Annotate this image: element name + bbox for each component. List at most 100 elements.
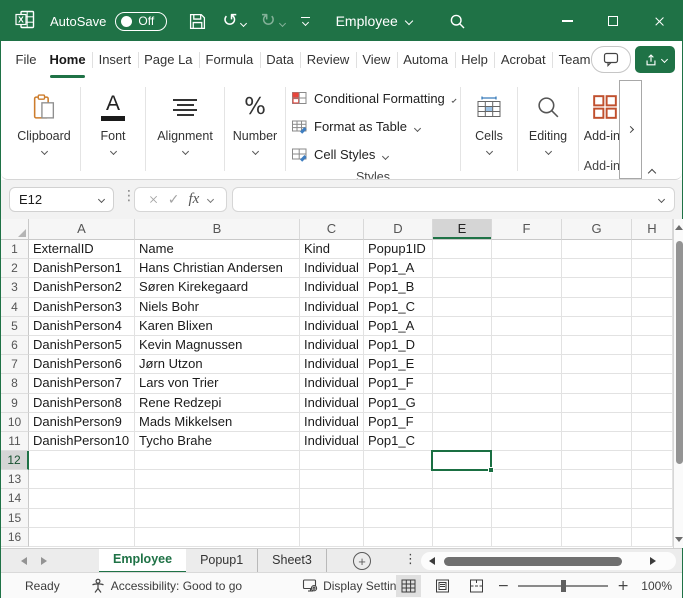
cell-h7[interactable] xyxy=(632,355,673,374)
row-header-10[interactable]: 10 xyxy=(1,413,29,432)
cell-d1[interactable]: Popup1ID xyxy=(364,240,433,259)
cell-d2[interactable]: Pop1_A xyxy=(364,259,433,278)
accessibility-status[interactable]: Accessibility: Good to go xyxy=(90,578,242,594)
cell-e15[interactable] xyxy=(433,509,492,528)
undo-dropdown-chevron-icon[interactable] xyxy=(241,14,246,29)
ribbon-tab-file[interactable]: File xyxy=(9,41,43,79)
chevron-down-icon[interactable] xyxy=(251,148,258,155)
cell-e10[interactable] xyxy=(433,413,492,432)
page-layout-view-button[interactable] xyxy=(430,575,455,597)
formula-input[interactable] xyxy=(232,187,675,212)
minimize-button[interactable] xyxy=(544,1,590,41)
cell-a2[interactable]: DanishPerson1 xyxy=(29,259,135,278)
cell-b13[interactable] xyxy=(135,470,300,489)
select-all-corner[interactable] xyxy=(1,219,29,240)
cell-a4[interactable]: DanishPerson3 xyxy=(29,298,135,317)
cell-b9[interactable]: Rene Redzepi xyxy=(135,394,300,413)
cell-g13[interactable] xyxy=(562,470,632,489)
cell-b3[interactable]: Søren Kirekegaard xyxy=(135,278,300,297)
vertical-scrollbar-thumb[interactable] xyxy=(676,241,683,464)
display-settings[interactable]: Display Settings xyxy=(302,578,409,593)
ribbon-tab-acrobat[interactable]: Acrobat xyxy=(494,41,552,79)
column-header-g[interactable]: G xyxy=(562,219,632,240)
cell-h4[interactable] xyxy=(632,298,673,317)
cell-h3[interactable] xyxy=(632,278,673,297)
cell-d9[interactable]: Pop1_G xyxy=(364,394,433,413)
cell-d3[interactable]: Pop1_B xyxy=(364,278,433,297)
styles-item-cell-styles[interactable]: Cell Styles xyxy=(287,140,459,168)
scroll-right-arrow-icon[interactable] xyxy=(650,557,656,565)
chevron-down-icon[interactable] xyxy=(181,148,188,155)
cell-f1[interactable] xyxy=(492,240,562,259)
row-header-11[interactable]: 11 xyxy=(1,432,29,451)
cell-f2[interactable] xyxy=(492,259,562,278)
cell-d8[interactable]: Pop1_F xyxy=(364,374,433,393)
zoom-in-button[interactable]: + xyxy=(617,578,629,594)
cell-c5[interactable]: Individual xyxy=(300,317,364,336)
row-header-4[interactable]: 4 xyxy=(1,298,29,317)
cell-a7[interactable]: DanishPerson6 xyxy=(29,355,135,374)
cell-c15[interactable] xyxy=(300,509,364,528)
page-break-preview-button[interactable] xyxy=(464,575,489,597)
ribbon-tab-view[interactable]: View xyxy=(356,41,397,79)
ribbon-group-font[interactable]: A Font xyxy=(82,79,144,179)
collapse-ribbon-button[interactable] xyxy=(649,163,655,181)
cell-b6[interactable]: Kevin Magnussen xyxy=(135,336,300,355)
expand-formula-bar-chevron-icon[interactable] xyxy=(658,196,665,203)
ribbon-tab-automa[interactable]: Automa xyxy=(397,41,455,79)
chevron-down-icon[interactable] xyxy=(485,148,492,155)
cell-g1[interactable] xyxy=(562,240,632,259)
cell-c2[interactable]: Individual xyxy=(300,259,364,278)
row-header-2[interactable]: 2 xyxy=(1,259,29,278)
cell-g15[interactable] xyxy=(562,509,632,528)
cell-c10[interactable]: Individual xyxy=(300,413,364,432)
cell-h1[interactable] xyxy=(632,240,673,259)
cell-f3[interactable] xyxy=(492,278,562,297)
row-header-3[interactable]: 3 xyxy=(1,278,29,297)
cell-a10[interactable]: DanishPerson9 xyxy=(29,413,135,432)
cell-e5[interactable] xyxy=(433,317,492,336)
chevron-down-icon[interactable] xyxy=(98,196,105,203)
cell-b4[interactable]: Niels Bohr xyxy=(135,298,300,317)
cell-c11[interactable]: Individual xyxy=(300,432,364,451)
cell-f10[interactable] xyxy=(492,413,562,432)
cell-b11[interactable]: Tycho Brahe xyxy=(135,432,300,451)
cell-f13[interactable] xyxy=(492,470,562,489)
cell-e3[interactable] xyxy=(433,278,492,297)
cell-f7[interactable] xyxy=(492,355,562,374)
row-header-12[interactable]: 12 xyxy=(1,451,29,470)
cell-a5[interactable]: DanishPerson4 xyxy=(29,317,135,336)
sheet-tab-employee[interactable]: Employee xyxy=(99,549,186,573)
previous-sheet-arrow-icon[interactable] xyxy=(21,557,27,565)
cell-h10[interactable] xyxy=(632,413,673,432)
cell-b10[interactable]: Mads Mikkelsen xyxy=(135,413,300,432)
cell-h15[interactable] xyxy=(632,509,673,528)
comments-button[interactable] xyxy=(591,46,631,73)
row-header-1[interactable]: 1 xyxy=(1,240,29,259)
sheet-tab-sheet3[interactable]: Sheet3 xyxy=(258,549,327,573)
row-header-8[interactable]: 8 xyxy=(1,374,29,393)
cell-e13[interactable] xyxy=(433,470,492,489)
ribbon-group-cells[interactable]: Cells xyxy=(462,79,516,179)
cell-d7[interactable]: Pop1_E xyxy=(364,355,433,374)
cell-c13[interactable] xyxy=(300,470,364,489)
cell-e2[interactable] xyxy=(433,259,492,278)
cell-d13[interactable] xyxy=(364,470,433,489)
cell-d15[interactable] xyxy=(364,509,433,528)
redo-button[interactable]: ↻ xyxy=(260,12,275,30)
column-header-h[interactable]: H xyxy=(632,219,673,240)
normal-view-button[interactable] xyxy=(396,575,421,597)
column-header-f[interactable]: F xyxy=(492,219,562,240)
cell-a14[interactable] xyxy=(29,489,135,508)
insert-function-button[interactable]: fx xyxy=(188,191,199,208)
cell-b15[interactable] xyxy=(135,509,300,528)
cell-b14[interactable] xyxy=(135,489,300,508)
undo-button[interactable]: ↺ xyxy=(222,12,237,30)
cell-a8[interactable]: DanishPerson7 xyxy=(29,374,135,393)
enter-icon[interactable]: ✓ xyxy=(168,193,180,207)
cell-c16[interactable] xyxy=(300,528,364,547)
row-header-16[interactable]: 16 xyxy=(1,528,29,547)
vertical-scrollbar[interactable] xyxy=(673,219,683,548)
ribbon-tab-insert[interactable]: Insert xyxy=(92,41,138,79)
column-header-e[interactable]: E xyxy=(433,219,492,240)
